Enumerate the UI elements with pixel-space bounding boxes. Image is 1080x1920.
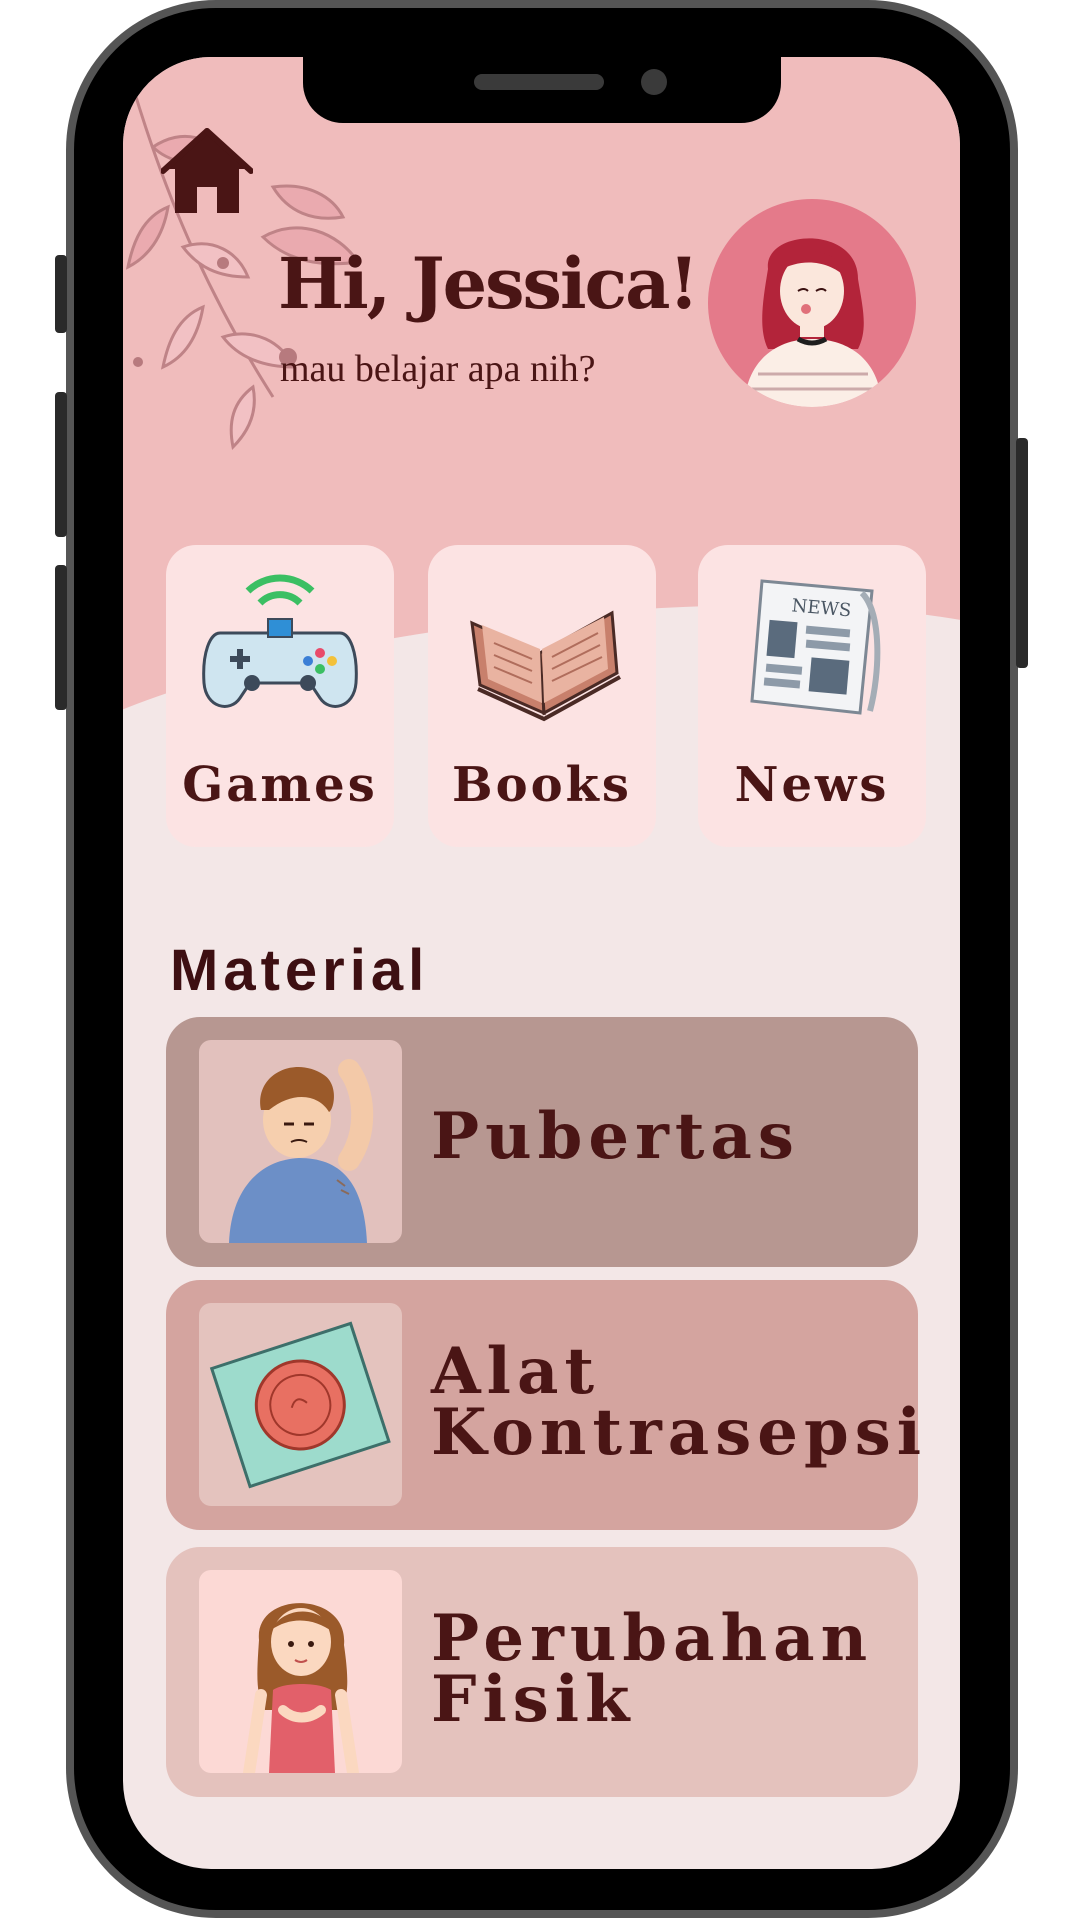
news-label: News <box>734 757 890 813</box>
app-screen: Hi, Jessica! mau belajar apa nih? Games <box>123 57 960 1869</box>
greeting-subtitle: mau belajar apa nih? <box>280 348 596 390</box>
home-icon[interactable] <box>161 127 253 217</box>
gamepad-icon <box>202 574 358 708</box>
perubahan-fisik-thumbnail <box>199 1570 402 1773</box>
book-icon <box>470 610 621 722</box>
material-card-perubahan-fisik[interactable]: Perubahan Fisik <box>166 1547 918 1797</box>
speaker-grille <box>474 74 604 90</box>
material-card-alat-kontrasepsi[interactable]: Alat Kontrasepsi <box>166 1280 921 1530</box>
user-avatar-icon <box>744 238 882 407</box>
phone-notch <box>303 57 781 123</box>
kontrasepsi-label-line2: Kontrasepsi <box>431 1394 928 1470</box>
newspaper-icon: NEWS <box>750 579 881 715</box>
greeting-title: Hi, Jessica! <box>278 242 699 325</box>
pubertas-label: Pubertas <box>431 1099 800 1174</box>
games-label: Games <box>182 757 378 813</box>
volume-down-button <box>55 565 67 710</box>
kontrasepsi-thumbnail <box>199 1303 402 1506</box>
power-button <box>1016 438 1028 668</box>
pubertas-thumbnail <box>199 1040 402 1243</box>
perubahan-fisik-label-line1: Perubahan <box>431 1601 874 1676</box>
pubertas-label-line1: Pubertas <box>431 1099 800 1174</box>
front-camera <box>641 69 667 95</box>
profile-avatar[interactable] <box>708 199 916 407</box>
mute-switch <box>55 255 67 333</box>
perubahan-fisik-label-line2: Fisik <box>431 1661 636 1737</box>
volume-up-button <box>55 392 67 537</box>
games-card[interactable]: Games <box>166 545 394 847</box>
news-card[interactable]: NEWS News <box>698 545 926 847</box>
girl-body-icon <box>243 1603 359 1773</box>
material-section-title: Material <box>170 938 430 1003</box>
kontrasepsi-label: Alat Kontrasepsi <box>431 1334 928 1470</box>
perubahan-fisik-label: Perubahan Fisik <box>431 1601 874 1737</box>
puberty-boy-icon <box>229 1059 374 1243</box>
books-label: Books <box>452 757 632 813</box>
condom-pack-icon <box>209 1321 391 1489</box>
kontrasepsi-label-line1: Alat <box>431 1334 600 1409</box>
material-card-pubertas[interactable]: Pubertas <box>166 1017 918 1267</box>
books-card[interactable]: Books <box>428 545 656 847</box>
